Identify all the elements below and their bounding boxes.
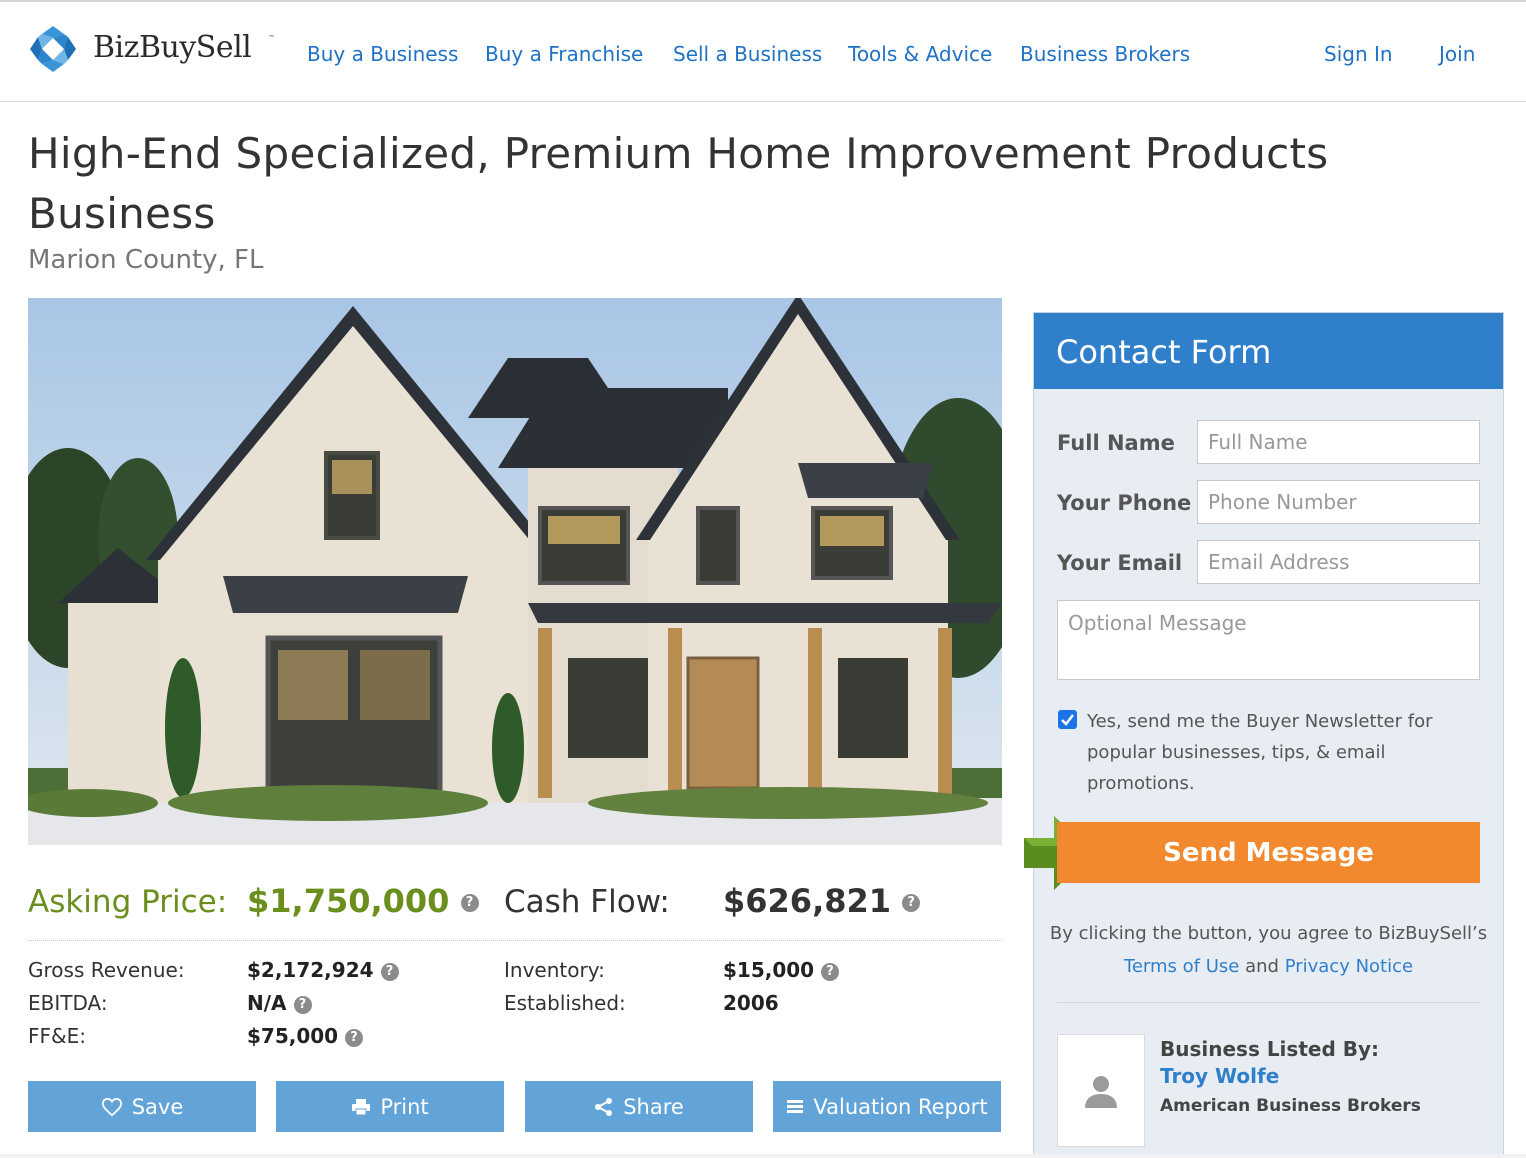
broker-company: American Business Brokers (1160, 1096, 1421, 1116)
nav-tools-advice[interactable]: Tools & Advice (848, 42, 992, 66)
inventory-value: $15,000 ? (723, 958, 840, 982)
brand-trademark: ™ (268, 34, 275, 42)
print-button[interactable]: Print (276, 1081, 504, 1132)
save-label: Save (131, 1094, 184, 1119)
divider (28, 940, 1002, 941)
inventory-amount: $15,000 (723, 958, 815, 982)
contact-form-header: Contact Form (1034, 313, 1503, 389)
asking-price-label: Asking Price: (28, 884, 228, 920)
newsletter-checkbox[interactable] (1058, 710, 1077, 729)
contact-form-title: Contact Form (1056, 333, 1272, 371)
valuation-report-label: Valuation Report (813, 1094, 988, 1119)
help-icon[interactable]: ? (380, 962, 399, 981)
message-textarea[interactable]: Optional Message (1057, 600, 1480, 680)
user-icon (1085, 1075, 1117, 1108)
broker-avatar[interactable] (1057, 1034, 1145, 1147)
ebitda-amount: N/A (247, 991, 287, 1015)
help-icon[interactable]: ? (345, 1028, 364, 1047)
email-input[interactable]: Email Address (1197, 540, 1480, 584)
listing-photo[interactable] (28, 298, 1002, 845)
ebitda-value: N/A ? (247, 991, 312, 1015)
terms-and-text: and (1245, 956, 1279, 977)
phone-input[interactable]: Phone Number (1197, 480, 1480, 524)
inventory-label: Inventory: (504, 958, 605, 982)
gross-revenue-label: Gross Revenue: (28, 958, 185, 982)
cash-flow-amount: $626,821 (723, 882, 892, 920)
help-icon[interactable]: ? (460, 894, 479, 912)
terms-notice-text: By clicking the button, you agree to Biz… (1049, 923, 1488, 944)
asking-price-value: $1,750,000 ? (247, 882, 479, 920)
brand-name[interactable]: BizBuySell (93, 30, 252, 65)
gross-revenue-value: $2,172,924 ? (247, 958, 399, 982)
nav-buy-a-franchise[interactable]: Buy a Franchise (485, 42, 643, 66)
full-name-input[interactable]: Full Name (1197, 420, 1480, 464)
established-value: 2006 (723, 991, 779, 1015)
help-icon[interactable]: ? (293, 995, 312, 1014)
phone-label: Your Phone (1057, 491, 1192, 515)
ffe-label: FF&E: (28, 1024, 86, 1048)
listing-location: Marion County, FL (28, 245, 264, 275)
nav-business-brokers[interactable]: Business Brokers (1020, 42, 1190, 66)
cash-flow-value: $626,821 ? (723, 882, 921, 920)
broker-name-link[interactable]: Troy Wolfe (1160, 1064, 1279, 1088)
ebitda-label: EBITDA: (28, 991, 108, 1015)
established-label: Established: (504, 991, 626, 1015)
ffe-amount: $75,000 (247, 1024, 339, 1048)
sign-in-link[interactable]: Sign In (1324, 42, 1393, 66)
save-button[interactable]: Save (28, 1081, 256, 1132)
privacy-notice-link[interactable]: Privacy Notice (1285, 956, 1413, 977)
newsletter-label: Yes, send me the Buyer Newsletter for po… (1087, 711, 1433, 794)
full-name-label: Full Name (1057, 431, 1175, 455)
print-label: Print (380, 1094, 429, 1119)
nav-sell-a-business[interactable]: Sell a Business (673, 42, 822, 66)
listing-title: High-End Specialized, Premium Home Impro… (28, 129, 1329, 238)
share-label: Share (623, 1094, 684, 1119)
terms-of-use-link[interactable]: Terms of Use (1124, 956, 1239, 977)
nav-buy-a-business[interactable]: Buy a Business (307, 42, 458, 66)
contact-form-panel: Contact Form Full Name Full Name Your Ph… (1024, 312, 1504, 1158)
ffe-value: $75,000 ? (247, 1024, 364, 1048)
checkmark-icon (1061, 714, 1074, 726)
valuation-report-button[interactable]: Valuation Report (773, 1081, 1001, 1132)
send-message-button[interactable]: Send Message (1057, 822, 1480, 883)
divider (1057, 1002, 1480, 1003)
site-header: BizBuySell ™ Buy a Business Buy a Franch… (0, 2, 1526, 102)
bottom-border (0, 1154, 1526, 1158)
email-label: Your Email (1057, 551, 1183, 575)
report-icon (787, 1099, 804, 1113)
heart-icon (101, 1097, 122, 1116)
printer-icon (352, 1098, 371, 1115)
join-link[interactable]: Join (1439, 42, 1475, 66)
terms-notice: By clicking the button, you agree to Biz… (1034, 917, 1503, 983)
bizbuysell-logo-icon[interactable] (28, 24, 78, 74)
share-icon (595, 1097, 613, 1116)
gross-revenue-amount: $2,172,924 (247, 958, 374, 982)
cash-flow-label: Cash Flow: (504, 884, 670, 920)
help-icon[interactable]: ? (902, 894, 921, 912)
listed-by-label: Business Listed By: (1160, 1037, 1380, 1061)
asking-price-amount: $1,750,000 (247, 882, 450, 920)
share-button[interactable]: Share (525, 1081, 753, 1132)
help-icon[interactable]: ? (821, 962, 840, 981)
